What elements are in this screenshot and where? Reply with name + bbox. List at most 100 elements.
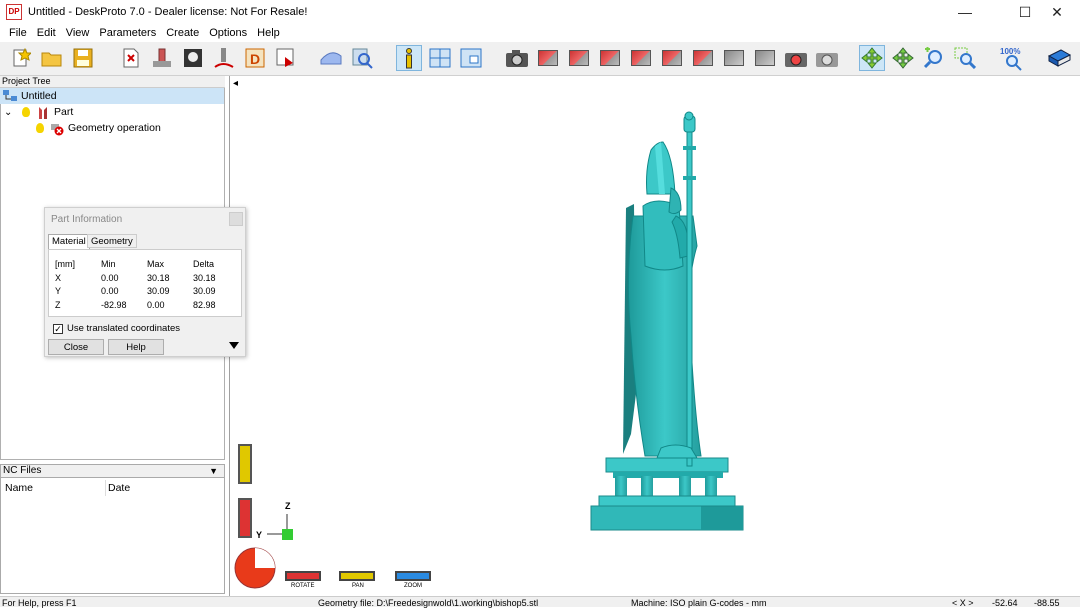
view-top-icon[interactable] — [690, 45, 716, 71]
render-camera-icon[interactable] — [783, 45, 809, 71]
new-file-icon[interactable] — [8, 45, 34, 71]
part-information-dialog[interactable]: Part Information Material Geometry [mm] … — [44, 207, 246, 357]
tab-geometry[interactable]: Geometry — [87, 234, 137, 248]
open-folder-icon[interactable] — [39, 45, 65, 71]
window-title: Untitled - DeskProto 7.0 - Dealer licens… — [28, 6, 308, 18]
row-z-axis: Z — [55, 300, 61, 310]
zoom-window-icon[interactable] — [952, 45, 978, 71]
nc-column-name[interactable]: Name — [5, 482, 33, 494]
nc-files-header[interactable]: NC Files ▼ — [0, 464, 225, 478]
part-information-title: Part Information — [51, 214, 123, 225]
pan-mode-bar[interactable] — [339, 571, 375, 581]
close-dialog-button[interactable]: Close — [48, 339, 104, 355]
tab-material[interactable]: Material — [48, 234, 90, 249]
status-bar: For Help, press F1 Geometry file: D:\Fre… — [0, 596, 1080, 608]
red-slider-widget[interactable] — [238, 498, 252, 538]
view-right-icon[interactable] — [659, 45, 685, 71]
title-bar: DP Untitled - DeskProto 7.0 - Dealer lic… — [0, 0, 1080, 24]
nc-files-table[interactable]: Name Date — [0, 478, 225, 594]
zoom-100-label: 100% — [1000, 47, 1020, 56]
close-button[interactable]: ✕ — [1034, 0, 1080, 24]
zoom-100-icon[interactable]: 100% — [999, 45, 1025, 71]
view-window-icon[interactable] — [458, 45, 484, 71]
menu-view[interactable]: View — [61, 27, 95, 39]
row-x-min: 0.00 — [101, 273, 119, 283]
visibility-bulb-icon[interactable] — [36, 123, 44, 133]
expand-down-arrow-icon[interactable] — [229, 342, 239, 349]
row-x-delta: 30.18 — [193, 273, 216, 283]
minimize-button[interactable]: — — [942, 0, 988, 24]
geometry-operation-error-icon — [50, 122, 64, 136]
use-translated-checkbox[interactable]: ✓ — [53, 323, 63, 334]
view-bottom-icon[interactable] — [721, 45, 747, 71]
3d-viewport[interactable]: ◂ Z Y ROTATE PAN ZOOM — [231, 76, 1080, 596]
save-nc-icon[interactable] — [273, 45, 299, 71]
app-icon: DP — [6, 4, 22, 20]
axis-z-label: Z — [285, 501, 291, 511]
part-image-icon[interactable] — [180, 45, 206, 71]
menu-edit[interactable]: Edit — [32, 27, 61, 39]
nc-files-dropdown-icon[interactable]: ▼ — [209, 465, 218, 477]
view-back-icon[interactable] — [597, 45, 623, 71]
view-solid-icon[interactable] — [752, 45, 778, 71]
rotate-mode-bar[interactable] — [285, 571, 321, 581]
axis-indicator-icon — [267, 514, 293, 540]
tree-item-part[interactable]: ⌄ Part — [4, 104, 73, 120]
tree-item-untitled[interactable]: Untitled — [0, 88, 224, 104]
use-translated-label: Use translated coordinates — [67, 323, 181, 334]
help-button[interactable]: Help — [108, 339, 164, 355]
menu-parameters[interactable]: Parameters — [94, 27, 161, 39]
view-iso-icon[interactable] — [535, 45, 561, 71]
part-new-icon[interactable] — [118, 45, 144, 71]
nc-files-title: NC Files — [3, 465, 42, 476]
camera-icon[interactable] — [504, 45, 530, 71]
rotate-mode-icon[interactable] — [859, 45, 885, 71]
visibility-bulb-icon[interactable] — [22, 107, 30, 117]
find-icon[interactable] — [349, 45, 375, 71]
tree-item-geometry-operation-label: Geometry operation — [68, 122, 161, 134]
extents-table: [mm] Min Max Delta X 0.00 30.18 30.18 Y … — [48, 249, 242, 317]
project-tree-header: Project Tree — [0, 76, 225, 88]
save-disk-icon[interactable] — [70, 45, 96, 71]
row-y-min: 0.00 — [101, 286, 119, 296]
row-y-max: 30.09 — [147, 286, 170, 296]
col-max: Max — [147, 259, 165, 269]
rotate-dial-icon[interactable] — [233, 546, 277, 590]
row-y-axis: Y — [55, 286, 62, 296]
info-icon[interactable] — [396, 45, 422, 71]
row-x-axis: X — [55, 273, 62, 283]
menu-options[interactable]: Options — [204, 27, 252, 39]
row-y-delta: 30.09 — [193, 286, 216, 296]
toolpath-icon[interactable] — [211, 45, 237, 71]
row-z-min: -82.98 — [101, 300, 127, 310]
use-translated-coordinates-row[interactable]: ✓ Use translated coordinates — [53, 323, 180, 334]
view-front-icon[interactable] — [566, 45, 592, 71]
col-delta: Delta — [193, 259, 215, 269]
book-help-icon[interactable] — [1046, 45, 1072, 71]
zoom-in-icon[interactable] — [921, 45, 947, 71]
view-left-icon[interactable] — [628, 45, 654, 71]
menu-help[interactable]: Help — [252, 27, 285, 39]
bishop-model — [590, 111, 744, 531]
tree-item-untitled-label: Untitled — [21, 90, 57, 102]
row-x-max: 30.18 — [147, 273, 170, 283]
erase-icon[interactable] — [318, 45, 344, 71]
zoom-mode-bar[interactable] — [395, 571, 431, 581]
render-grey-icon[interactable] — [814, 45, 840, 71]
views-grid-icon[interactable] — [427, 45, 453, 71]
project-icon — [3, 90, 17, 102]
part-icon — [36, 106, 50, 119]
nc-column-date[interactable]: Date — [108, 482, 130, 494]
row-z-max: 0.00 — [147, 300, 165, 310]
d-operation-icon[interactable]: D — [242, 45, 268, 71]
tree-item-geometry-operation[interactable]: Geometry operation — [36, 120, 161, 136]
dialog-close-box[interactable] — [229, 212, 243, 226]
part-load-icon[interactable] — [149, 45, 175, 71]
rotate-mode-label: ROTATE — [291, 583, 315, 589]
expand-chevron-icon[interactable]: ⌄ — [4, 107, 18, 118]
menu-create[interactable]: Create — [161, 27, 204, 39]
toolbar: D 100% — [0, 42, 1080, 76]
yellow-slider-widget[interactable] — [238, 444, 252, 484]
menu-file[interactable]: File — [4, 27, 32, 39]
pan-mode-icon[interactable] — [890, 45, 916, 71]
